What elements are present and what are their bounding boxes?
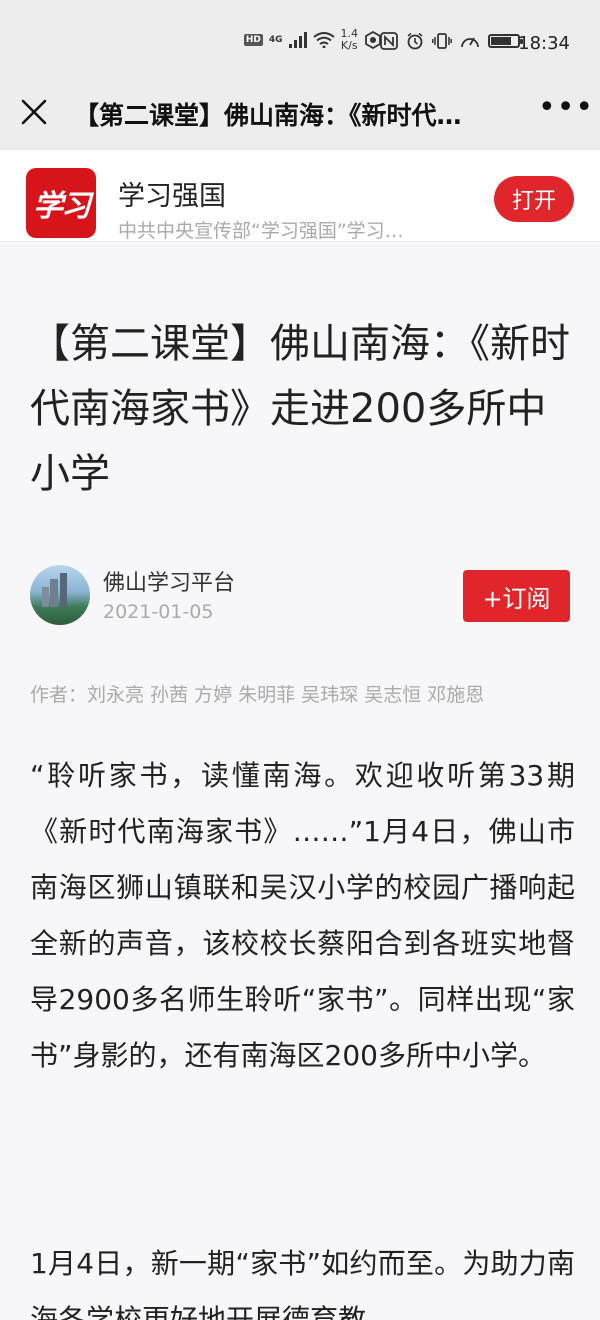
app-name: 学习强国	[118, 181, 226, 212]
nav-bar: 【第二课堂】佛山南海：《新时代… •••	[0, 78, 600, 150]
nfc-icon	[380, 32, 398, 50]
battery-icon	[488, 34, 523, 48]
app-logo: 学习	[26, 168, 96, 238]
source-row: 佛山学习平台 2021-01-05 +订阅	[30, 565, 570, 627]
avatar[interactable]	[30, 565, 90, 625]
subscribe-button[interactable]: +订阅	[463, 570, 570, 622]
signal-strength-icon	[288, 32, 307, 48]
network-speed: 1.4 K/s	[341, 28, 359, 52]
source-name[interactable]: 佛山学习平台	[103, 565, 235, 597]
app-description: 中共中央宣传部“学习强国”学习…	[118, 220, 404, 242]
network-type-label: 4G	[268, 35, 283, 45]
close-icon	[21, 99, 47, 125]
vibrate-icon	[432, 33, 452, 49]
network-speed-unit: K/s	[340, 39, 358, 52]
close-button[interactable]	[18, 96, 50, 128]
open-app-button[interactable]: 打开	[494, 176, 574, 222]
article-paragraph: 1月4日，新一期“家书”如约而至。为助力南海各学校更好地开展德育教	[30, 1247, 575, 1320]
hd-icon: HD	[243, 34, 263, 46]
status-icons-left: HD 4G 1.4 K/s	[243, 28, 382, 52]
article-paragraph: “聆听家书，读懂南海。欢迎收听第33期《新时代南海家书》……”1月4日，佛山市南…	[30, 759, 575, 1072]
status-icons-right	[380, 32, 523, 50]
clock: 18:34	[518, 33, 570, 54]
wifi-icon	[312, 32, 335, 48]
speedometer-icon	[461, 37, 479, 48]
status-bar: HD 4G 1.4 K/s 18:34	[0, 0, 600, 86]
article-title: 【第二课堂】佛山南海：《新时代南海家书》走进200多所中小学	[30, 321, 570, 497]
page-title: 【第二课堂】佛山南海：《新时代…	[74, 101, 462, 130]
alarm-icon	[407, 32, 423, 50]
more-options-button[interactable]: •••	[538, 93, 593, 128]
publish-date: 2021-01-05	[103, 601, 214, 623]
app-download-banner: 学习 学习强国 中共中央宣传部“学习强国”学习… 打开	[0, 150, 600, 242]
author-byline: 作者：刘永亮 孙茜 方婷 朱明菲 吴玮琛 吴志恒 邓施恩	[30, 684, 485, 706]
